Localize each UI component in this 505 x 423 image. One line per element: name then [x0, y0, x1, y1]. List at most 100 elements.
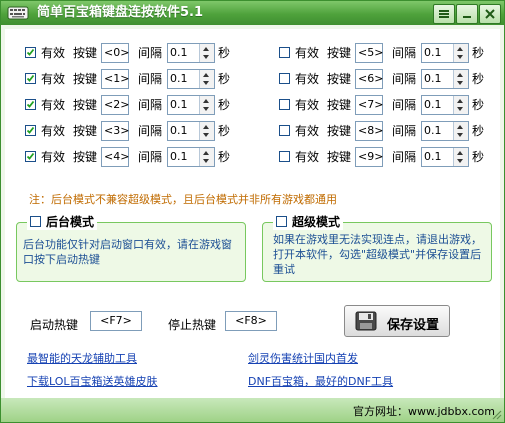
spinner-down-icon[interactable] [203, 133, 209, 137]
effective-checkbox[interactable] [25, 47, 36, 58]
background-mode-checkbox[interactable] [30, 216, 41, 227]
spinner-arrows[interactable] [199, 44, 214, 62]
checkmark-icon [26, 152, 35, 160]
interval-label: 间隔 [138, 72, 163, 86]
key-field[interactable]: <8> [355, 121, 383, 141]
key-label: 按键 [73, 46, 98, 60]
interval-spinner[interactable]: 0.1 [421, 43, 469, 63]
spinner-arrows[interactable] [453, 148, 468, 166]
interval-spinner[interactable]: 0.1 [167, 147, 215, 167]
effective-label: 有效 [295, 72, 320, 86]
spinner-arrows[interactable] [453, 122, 468, 140]
spinner-up-icon[interactable] [203, 151, 209, 155]
spinner-down-icon[interactable] [457, 107, 463, 111]
effective-checkbox[interactable] [279, 73, 290, 84]
menu-button[interactable] [433, 4, 455, 24]
spinner-down-icon[interactable] [203, 55, 209, 59]
spinner-up-icon[interactable] [203, 73, 209, 77]
spinner-down-icon[interactable] [203, 159, 209, 163]
spinner-down-icon[interactable] [457, 159, 463, 163]
spinner-arrows[interactable] [199, 148, 214, 166]
effective-checkbox[interactable] [25, 151, 36, 162]
interval-spinner[interactable]: 0.1 [167, 69, 215, 89]
effective-checkbox[interactable] [279, 47, 290, 58]
key-label: 按键 [73, 124, 98, 138]
spinner-down-icon[interactable] [457, 81, 463, 85]
link-lol-box[interactable]: 下载LOL百宝箱送英雄皮肤 [27, 373, 158, 389]
minimize-button[interactable] [456, 4, 478, 24]
spinner-up-icon[interactable] [203, 47, 209, 51]
key-field[interactable]: <3> [101, 121, 129, 141]
key-field[interactable]: <6> [355, 69, 383, 89]
interval-spinner[interactable]: 0.1 [421, 147, 469, 167]
super-mode-group: 超级模式 如果在游戏里无法实现连点，请退出游戏，打开本软件，勾选"超级模式"并保… [262, 214, 492, 282]
save-settings-button[interactable]: 保存设置 [344, 305, 450, 337]
key-field[interactable]: <9> [355, 147, 383, 167]
key-field[interactable]: <2> [101, 95, 129, 115]
interval-spinner[interactable]: 0.1 [421, 69, 469, 89]
spinner-up-icon[interactable] [203, 125, 209, 129]
effective-checkbox[interactable] [279, 99, 290, 110]
super-mode-header[interactable]: 超级模式 [273, 214, 344, 230]
interval-value: 0.1 [170, 46, 188, 59]
start-hotkey-label: 启动热键 [30, 318, 79, 332]
spinner-down-icon[interactable] [457, 133, 463, 137]
spinner-up-icon[interactable] [457, 125, 463, 129]
spinner-down-icon[interactable] [203, 81, 209, 85]
seconds-unit: 秒 [472, 124, 485, 138]
key-row-2: 有效 按键 <2> 间隔 0.1 秒 [23, 95, 238, 117]
key-field[interactable]: <7> [355, 95, 383, 115]
app-window: 简单百宝箱键盘连按软件5.1 有效 按键 <0> 间隔 0.1 秒有效 按键 <1> 间隔 0.1… [0, 0, 505, 423]
seconds-unit: 秒 [472, 72, 485, 86]
effective-checkbox[interactable] [25, 125, 36, 136]
spinner-arrows[interactable] [453, 70, 468, 88]
spinner-down-icon[interactable] [203, 107, 209, 111]
key-field[interactable]: <0> [101, 43, 129, 63]
interval-value: 0.1 [424, 150, 442, 163]
spinner-arrows[interactable] [199, 122, 214, 140]
background-mode-group: 后台模式 后台功能仅针对启动窗口有效，请在游戏窗口按下启动热键 [16, 214, 246, 282]
spinner-up-icon[interactable] [203, 99, 209, 103]
spinner-arrows[interactable] [199, 96, 214, 114]
spinner-arrows[interactable] [199, 70, 214, 88]
title-bar[interactable]: 简单百宝箱键盘连按软件5.1 [1, 1, 504, 25]
spinner-up-icon[interactable] [457, 73, 463, 77]
background-mode-header[interactable]: 后台模式 [27, 214, 98, 230]
effective-label: 有效 [295, 46, 320, 60]
super-mode-title: 超级模式 [292, 215, 341, 229]
spinner-up-icon[interactable] [457, 47, 463, 51]
key-field[interactable]: <5> [355, 43, 383, 63]
spinner-arrows[interactable] [453, 44, 468, 62]
close-button[interactable] [479, 4, 501, 24]
effective-checkbox[interactable] [25, 99, 36, 110]
link-jianling-stats[interactable]: 剑灵伤害统计国内首发 [248, 350, 358, 366]
key-row-4: 有效 按键 <4> 间隔 0.1 秒 [23, 147, 238, 169]
spinner-up-icon[interactable] [457, 99, 463, 103]
key-label: 按键 [73, 72, 98, 86]
super-mode-checkbox[interactable] [276, 216, 287, 227]
interval-spinner[interactable]: 0.1 [421, 95, 469, 115]
stop-hotkey-field[interactable]: <F8> [225, 311, 277, 331]
key-label: 按键 [327, 124, 352, 138]
spinner-arrows[interactable] [453, 96, 468, 114]
effective-label: 有效 [295, 124, 320, 138]
floppy-disk-icon [355, 311, 377, 331]
interval-spinner[interactable]: 0.1 [167, 121, 215, 141]
key-row-3: 有效 按键 <3> 间隔 0.1 秒 [23, 121, 238, 143]
interval-spinner[interactable]: 0.1 [167, 95, 215, 115]
spinner-up-icon[interactable] [457, 151, 463, 155]
start-hotkey-field[interactable]: <F7> [90, 311, 142, 331]
key-field[interactable]: <1> [101, 69, 129, 89]
key-row-6: 有效 按键 <6> 间隔 0.1 秒 [277, 69, 492, 91]
key-field[interactable]: <4> [101, 147, 129, 167]
spinner-down-icon[interactable] [457, 55, 463, 59]
link-tianlong-tool[interactable]: 最智能的天龙辅助工具 [27, 350, 137, 366]
effective-checkbox[interactable] [25, 73, 36, 84]
effective-checkbox[interactable] [279, 125, 290, 136]
key-label: 按键 [327, 46, 352, 60]
link-dnf-box[interactable]: DNF百宝箱，最好的DNF工具 [248, 373, 393, 389]
resize-grip-icon[interactable] [490, 408, 502, 420]
interval-spinner[interactable]: 0.1 [421, 121, 469, 141]
interval-spinner[interactable]: 0.1 [167, 43, 215, 63]
effective-checkbox[interactable] [279, 151, 290, 162]
